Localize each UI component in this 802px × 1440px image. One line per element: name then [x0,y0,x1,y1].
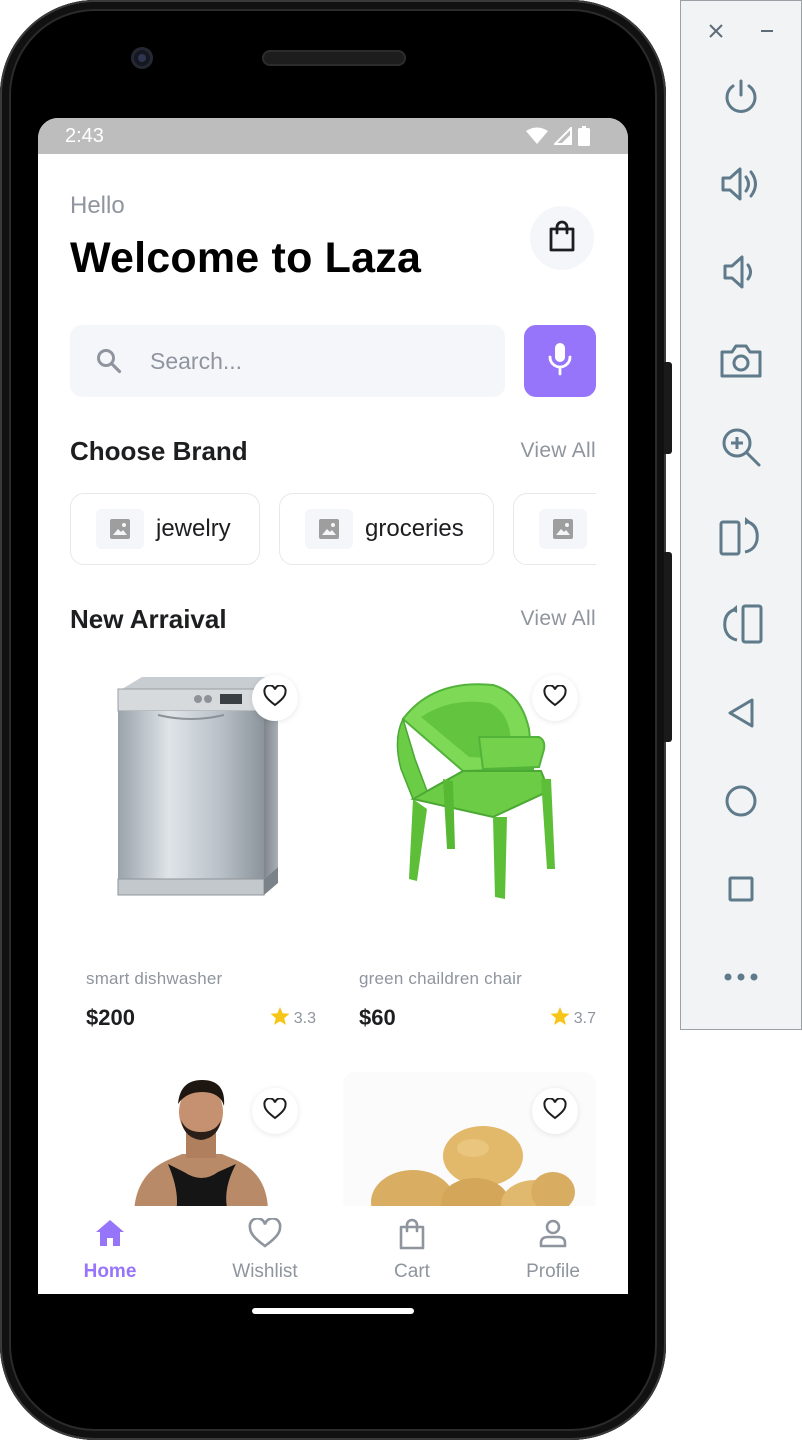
back-icon[interactable] [681,683,801,743]
product-name: smart dishwasher [86,969,223,988]
earpiece-speaker [262,50,406,66]
rotate-right-icon[interactable] [681,594,801,654]
bag-icon [342,1218,482,1250]
nav-item-home[interactable]: Home [40,1206,180,1294]
wishlist-toggle-button[interactable] [252,1088,298,1134]
home-content[interactable]: Hello Welcome to Laza Choose Brand [38,154,628,1206]
status-time: 2:43 [65,125,104,147]
brands-view-all-link[interactable]: View All [520,439,596,463]
greeting-text: Hello [70,192,125,219]
person-icon [483,1218,623,1248]
product-rating: 3.7 [550,1007,596,1031]
product-rating: 3.3 [270,1007,316,1031]
heart-icon [195,1218,335,1248]
emulator-toolbar [680,0,802,1030]
shopping-bag-icon [548,220,576,257]
product-card[interactable] [343,1072,596,1206]
nav-item-cart[interactable]: Cart [342,1206,482,1294]
image-placeholder-icon [305,509,353,549]
image-placeholder-icon [96,509,144,549]
search-input[interactable] [150,325,490,397]
gesture-home-bar[interactable] [252,1308,414,1314]
star-icon [270,1007,290,1031]
rating-value: 3.7 [573,1010,596,1027]
brand-chip-jewelry[interactable]: jewelry [70,493,260,565]
brand-chip-partial[interactable] [513,493,596,565]
cart-button[interactable] [530,206,594,270]
voice-search-button[interactable] [524,325,596,397]
volume-up-icon[interactable] [681,154,801,214]
product-card[interactable] [70,1072,316,1206]
heart-icon [263,1096,287,1125]
wishlist-toggle-button[interactable] [252,675,298,721]
app-screen: 2:43 Hello Welcome to Laza Search... Cho… [38,118,628,1294]
overview-icon[interactable] [681,859,801,919]
product-card[interactable]: green chaildren chair $60 3.7 [343,659,596,1049]
product-name: green chaildren chair [359,969,522,988]
nav-item-wishlist[interactable]: Wishlist [195,1206,335,1294]
front-camera [131,47,153,69]
nav-item-profile[interactable]: Profile [483,1206,623,1294]
star-icon [550,1007,570,1031]
image-placeholder-icon [539,509,587,549]
nav-label: Wishlist [232,1261,298,1282]
heart-icon [543,683,567,712]
power-side-button [664,362,672,454]
rotate-left-icon[interactable] [681,506,801,566]
wifi-icon [526,127,548,150]
status-bar: 2:43 [38,118,628,154]
phone-frame: 2:43 Hello Welcome to Laza Search... Cho… [0,0,672,1440]
minimize-icon[interactable] [751,15,783,47]
product-price: $60 [359,1005,396,1030]
brand-chip-label: groceries [365,515,464,542]
bottom-navigation: Home Wishlist Cart Profile [38,1206,628,1294]
volume-down-icon[interactable] [681,242,801,302]
product-price: $200 [86,1005,135,1030]
search-icon [96,348,122,379]
heart-icon [263,683,287,712]
brands-section-title: Choose Brand [70,436,248,466]
arrivals-view-all-link[interactable]: View All [520,607,596,631]
status-icons [526,125,590,151]
volume-side-button [664,552,672,742]
zoom-icon[interactable] [681,417,801,477]
arrivals-section-title: New Arraival [70,604,227,634]
nav-label: Cart [394,1261,430,1282]
microphone-icon [547,342,573,381]
camera-icon[interactable] [681,331,801,391]
heart-icon [543,1096,567,1125]
wishlist-toggle-button[interactable] [532,675,578,721]
home-icon [40,1218,180,1248]
more-icon[interactable] [681,947,801,1007]
brand-chip-groceries[interactable]: groceries [279,493,494,565]
signal-icon [552,125,572,150]
brand-chip-label: jewelry [156,515,231,542]
search-bar[interactable] [70,325,505,397]
brand-list[interactable]: jewelry groceries [70,493,596,565]
home-circle-icon[interactable] [681,771,801,831]
nav-label: Home [83,1261,137,1282]
battery-icon [578,126,590,151]
wishlist-toggle-button[interactable] [532,1088,578,1134]
product-card[interactable]: smart dishwasher $200 3.3 [70,659,316,1049]
close-icon[interactable] [700,15,732,47]
nav-label: Profile [526,1261,580,1282]
rating-value: 3.3 [293,1010,316,1027]
page-title: Welcome to Laza [70,234,422,282]
power-icon[interactable] [681,67,801,127]
